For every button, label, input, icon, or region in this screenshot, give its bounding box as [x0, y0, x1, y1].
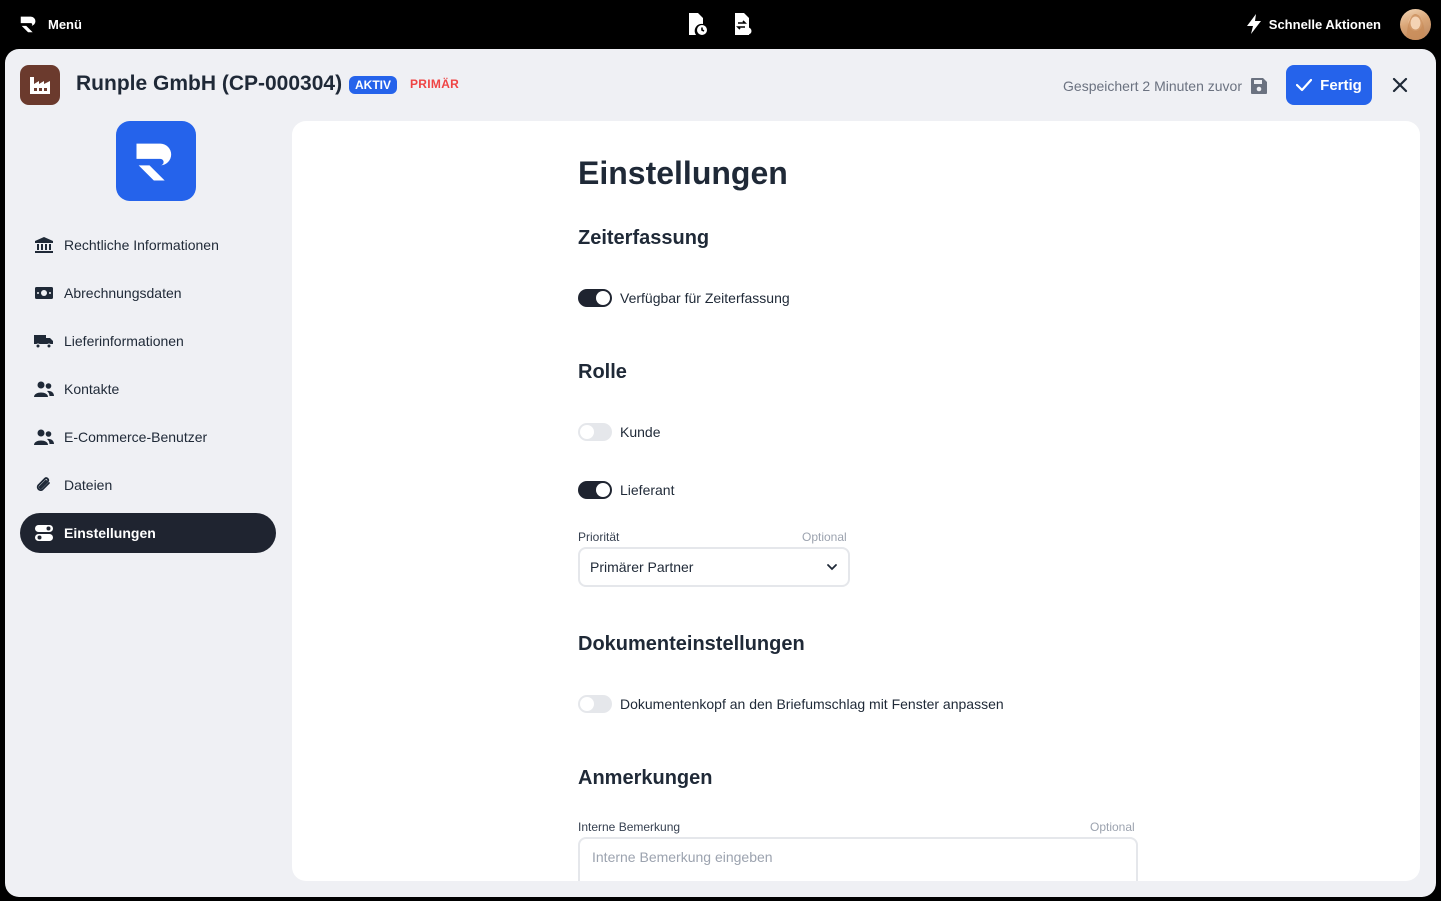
users-icon	[33, 427, 55, 447]
customer-toggle[interactable]	[578, 423, 612, 441]
file-clock-icon[interactable]	[686, 12, 708, 36]
sidebar-item-label: E-Commerce-Benutzer	[64, 429, 208, 445]
close-button[interactable]	[1390, 75, 1410, 95]
page-title: Runple GmbH (CP-000304)	[76, 72, 343, 95]
sidebar-item-legal[interactable]: Rechtliche Informationen	[20, 225, 276, 265]
priority-value: Primärer Partner	[590, 559, 694, 575]
time-tracking-row: Verfügbar für Zeiterfassung	[578, 289, 790, 307]
internal-note-optional: Optional	[1090, 820, 1135, 834]
status-badge: AKTIV	[349, 76, 397, 94]
factory-icon	[20, 65, 60, 105]
sidebar-item-label: Kontakte	[64, 381, 120, 397]
money-bill-icon	[33, 283, 55, 303]
time-tracking-heading: Zeiterfassung	[578, 227, 710, 249]
sidebar-item-files[interactable]: Dateien	[20, 465, 276, 505]
internal-note-label: Interne Bemerkung	[578, 820, 681, 834]
sidebar-nav: Rechtliche Informationen Abrechnungsdate…	[20, 225, 276, 553]
documents-row: Dokumentenkopf an den Briefumschlag mit …	[578, 695, 1004, 713]
sidebar-item-label: Dateien	[64, 477, 113, 493]
lightning-icon	[1246, 14, 1261, 34]
save-status-text: Gespeichert 2 Minuten zuvor	[1063, 78, 1242, 94]
sidebar-item-label: Rechtliche Informationen	[64, 237, 219, 253]
priority-select[interactable]: Primärer Partner	[578, 547, 850, 587]
internal-note-input[interactable]	[578, 837, 1138, 881]
time-tracking-toggle[interactable]	[578, 289, 612, 307]
sidebar: Rechtliche Informationen Abrechnungsdate…	[20, 121, 276, 561]
notes-heading: Anmerkungen	[578, 767, 713, 789]
quick-actions-button[interactable]: Schnelle Aktionen	[1245, 13, 1381, 35]
chevron-down-icon	[827, 564, 837, 571]
priority-label: Priorität	[578, 530, 620, 544]
sidebar-item-billing[interactable]: Abrechnungsdaten	[20, 273, 276, 313]
paperclip-icon	[33, 475, 55, 495]
documents-heading: Dokumenteinstellungen	[578, 633, 805, 655]
center-icons	[686, 12, 754, 36]
menu-button[interactable]: Menü	[18, 13, 82, 35]
role-heading: Rolle	[578, 361, 627, 383]
sidebar-item-label: Einstellungen	[64, 525, 156, 541]
primary-badge: PRIMÄR	[410, 77, 460, 91]
modal-header: Runple GmbH (CP-000304) AKTIV PRIMÄR Ges…	[5, 49, 1436, 121]
section-title: Einstellungen	[578, 155, 788, 191]
bank-icon	[33, 235, 55, 255]
truck-icon	[33, 331, 55, 351]
supplier-toggle[interactable]	[578, 481, 612, 499]
check-icon	[1296, 78, 1313, 92]
runple-logo-icon	[20, 16, 36, 33]
toggles-icon	[33, 523, 55, 543]
users-icon	[33, 379, 55, 399]
runple-logo	[116, 121, 196, 201]
save-status: Gespeichert 2 Minuten zuvor	[1063, 77, 1268, 95]
customer-label: Kunde	[620, 424, 661, 440]
quick-actions-label: Schnelle Aktionen	[1268, 16, 1381, 32]
supplier-label: Lieferant	[620, 482, 675, 498]
file-exchange-icon[interactable]	[732, 12, 754, 36]
modal: Runple GmbH (CP-000304) AKTIV PRIMÄR Ges…	[5, 49, 1436, 897]
content-panel: Einstellungen Zeiterfassung Verfügbar fü…	[292, 121, 1420, 881]
sidebar-item-label: Lieferinformationen	[64, 333, 184, 349]
priority-optional: Optional	[802, 530, 847, 544]
sidebar-item-contacts[interactable]: Kontakte	[20, 369, 276, 409]
document-header-toggle[interactable]	[578, 695, 612, 713]
menu-label: Menü	[48, 16, 82, 32]
sidebar-item-ecommerce-users[interactable]: E-Commerce-Benutzer	[20, 417, 276, 457]
document-header-label: Dokumentenkopf an den Briefumschlag mit …	[620, 696, 1004, 712]
save-icon	[1251, 78, 1267, 94]
close-icon	[1392, 77, 1408, 93]
done-label: Fertig	[1320, 76, 1362, 94]
top-bar: Menü Schnelle Aktionen	[0, 0, 1441, 49]
done-button[interactable]: Fertig	[1286, 65, 1372, 105]
supplier-row: Lieferant	[578, 481, 674, 499]
avatar[interactable]	[1400, 9, 1431, 40]
sidebar-item-label: Abrechnungsdaten	[64, 285, 182, 301]
customer-row: Kunde	[578, 423, 660, 441]
sidebar-item-settings[interactable]: Einstellungen	[20, 513, 276, 553]
sidebar-item-delivery[interactable]: Lieferinformationen	[20, 321, 276, 361]
time-tracking-label: Verfügbar für Zeiterfassung	[620, 290, 790, 306]
